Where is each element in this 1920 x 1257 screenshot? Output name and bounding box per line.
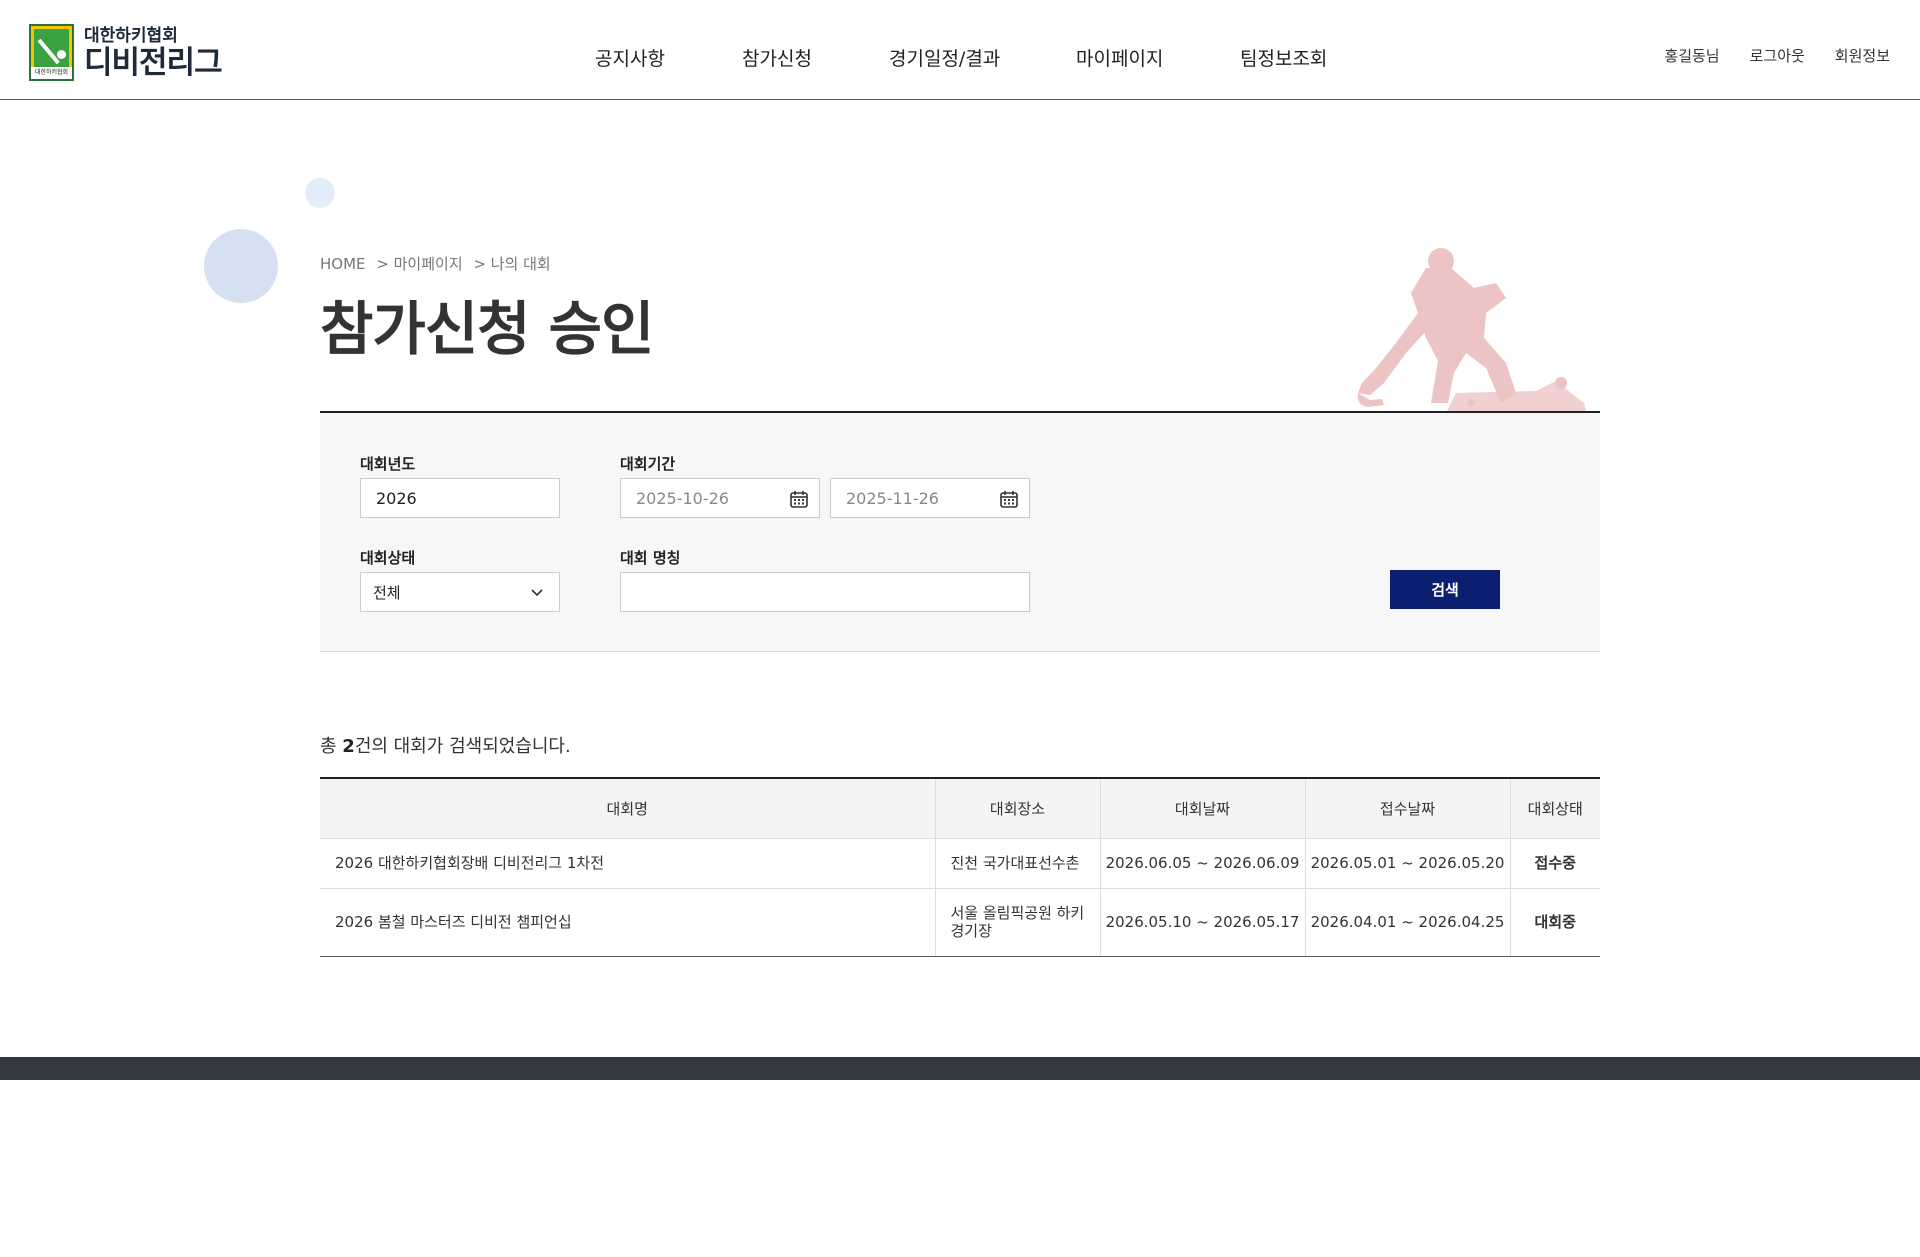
nav-item-notice[interactable]: 공지사항: [595, 44, 665, 71]
result-count-text: 총 2건의 대회가 검색되었습니다.: [320, 736, 571, 757]
member-info-link[interactable]: 회원정보: [1835, 45, 1890, 66]
competition-table: 대회명 대회장소 대회날짜 접수날짜 대회상태 2026 대한하키협회장배 디비…: [320, 777, 1600, 957]
user-name-link[interactable]: 홍길동님: [1664, 45, 1719, 66]
period-start-input[interactable]: 2025-10-26: [620, 478, 820, 518]
status-select[interactable]: 전체: [360, 572, 560, 612]
competition-date-cell: 2026.05.10 ~ 2026.05.17: [1100, 888, 1306, 957]
status-badge: 대회중: [1510, 888, 1600, 957]
calendar-icon[interactable]: [789, 489, 809, 509]
user-utility-menu: 홍길동님 로그아웃 회원정보: [1664, 45, 1890, 66]
breadcrumb-home[interactable]: HOME: [320, 255, 366, 273]
table-row[interactable]: 2026 봄철 마스터즈 디비전 챔피언십 서울 올림픽공원 하키경기장 202…: [320, 888, 1600, 957]
status-badge: 접수중: [1510, 838, 1600, 889]
breadcrumb-mypage[interactable]: > 마이페이지: [376, 255, 462, 273]
nav-item-apply[interactable]: 참가신청: [742, 44, 812, 71]
year-label: 대회년도: [360, 455, 416, 473]
competition-name-cell[interactable]: 2026 봄철 마스터즈 디비전 챔피언십: [320, 888, 936, 957]
column-header-place: 대회장소: [935, 778, 1101, 839]
breadcrumb: HOME > 마이페이지 > 나의 대회: [320, 253, 557, 274]
search-button[interactable]: 검색: [1390, 570, 1500, 609]
result-count-number: 2: [342, 736, 355, 757]
logo-subtitle: 대한하키협회: [84, 25, 178, 46]
site-header: 대한하키협회 대한하키협회 디비전리그 공지사항 참가신청 경기일정/결과 마이…: [0, 0, 1920, 100]
logout-link[interactable]: 로그아웃: [1750, 45, 1805, 66]
table-row[interactable]: 2026 대한하키협회장배 디비전리그 1차전 진천 국가대표선수촌 2026.…: [320, 838, 1600, 889]
main-nav: 공지사항 참가신청 경기일정/결과 마이페이지 팀정보조회: [0, 44, 1920, 71]
calendar-icon[interactable]: [999, 489, 1019, 509]
period-end-value: 2025-11-26: [846, 488, 939, 508]
competition-place-cell: 서울 올림픽공원 하키경기장: [935, 888, 1101, 957]
hockey-player-illustration: [1357, 248, 1586, 413]
decorative-circle-small: [305, 178, 335, 208]
year-input[interactable]: 2026: [360, 478, 560, 518]
nav-item-team-info[interactable]: 팀정보조회: [1240, 44, 1327, 71]
footer-bar: [0, 1057, 1920, 1080]
status-select-value: 전체: [373, 583, 401, 602]
nav-item-schedule[interactable]: 경기일정/결과: [889, 44, 1000, 71]
competition-place-cell: 진천 국가대표선수촌: [935, 838, 1101, 889]
period-label: 대회기간: [620, 455, 676, 473]
receipt-date-cell: 2026.04.01 ~ 2026.04.25: [1305, 888, 1511, 957]
search-filter-panel: 대회년도 2026 대회기간 2025-10-26 2025-11-26 대회상…: [320, 411, 1600, 652]
chevron-down-icon: [531, 589, 543, 597]
decorative-circle-large: [204, 229, 278, 303]
nav-item-mypage[interactable]: 마이페이지: [1076, 44, 1163, 71]
period-end-input[interactable]: 2025-11-26: [830, 478, 1030, 518]
receipt-date-cell: 2026.05.01 ~ 2026.05.20: [1305, 838, 1511, 889]
competition-name-label: 대회 명칭: [620, 549, 681, 567]
competition-date-cell: 2026.06.05 ~ 2026.06.09: [1100, 838, 1306, 889]
table-header-row: 대회명 대회장소 대회날짜 접수날짜 대회상태: [320, 778, 1600, 839]
column-header-receipt: 접수날짜: [1305, 778, 1511, 839]
column-header-date: 대회날짜: [1100, 778, 1306, 839]
column-header-name: 대회명: [320, 778, 936, 839]
period-start-value: 2025-10-26: [636, 488, 729, 508]
competition-name-cell[interactable]: 2026 대한하키협회장배 디비전리그 1차전: [320, 838, 936, 889]
status-label: 대회상태: [360, 549, 416, 567]
column-header-status: 대회상태: [1510, 778, 1600, 839]
breadcrumb-my-competitions[interactable]: > 나의 대회: [473, 255, 550, 273]
page-title: 참가신청 승인: [320, 295, 654, 363]
competition-name-input[interactable]: [620, 572, 1030, 612]
year-input-value: 2026: [376, 488, 417, 508]
